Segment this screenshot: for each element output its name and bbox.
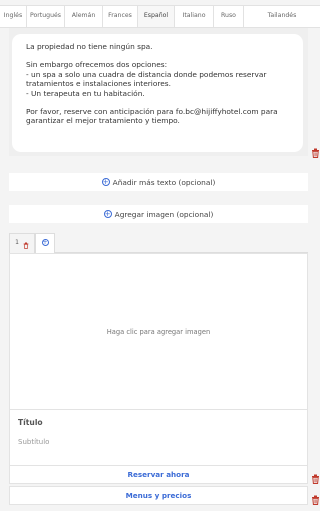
image-tab-label: 1 bbox=[15, 239, 19, 246]
message-line: - un spa a solo una cuadra de distancia … bbox=[26, 69, 267, 89]
trash-icon[interactable] bbox=[23, 239, 29, 249]
add-image-tab[interactable]: + bbox=[35, 233, 55, 254]
tab-tailandes[interactable]: Tailandés bbox=[244, 6, 320, 27]
add-text-label: Añadir más texto (opcional) bbox=[112, 177, 216, 187]
trash-icon[interactable] bbox=[311, 474, 320, 484]
message-line: Por favor, reserve con anticipación para… bbox=[26, 107, 278, 126]
tab-italiano[interactable]: Italiano bbox=[175, 6, 214, 27]
add-image-button[interactable]: + Agregar imagen (opcional) bbox=[9, 205, 308, 223]
tab-frances[interactable]: Frances bbox=[103, 6, 138, 27]
message-line: - Un terapeuta en tu habitación. bbox=[26, 88, 145, 98]
trash-icon[interactable] bbox=[311, 148, 320, 158]
message-editor: La propiedad no tiene ningún spa. Sin em… bbox=[9, 28, 308, 156]
menus-prices-label: Menus y precios bbox=[125, 491, 192, 500]
message-line: La propiedad no tiene ningún spa. bbox=[26, 42, 153, 51]
menus-prices-button[interactable]: Menus y precios bbox=[9, 486, 308, 505]
plus-circle-icon: + bbox=[41, 239, 49, 246]
add-image-label: Agregar imagen (opcional) bbox=[114, 209, 214, 219]
image-caption-fields: Título Subtítulo bbox=[9, 410, 308, 465]
language-tabs: Inglés Portugués Alemán Frances Español … bbox=[0, 5, 320, 28]
tab-ruso[interactable]: Ruso bbox=[214, 6, 244, 27]
tab-portugues[interactable]: Portugués bbox=[27, 6, 65, 27]
image-tabs: 1 + bbox=[9, 233, 308, 254]
add-text-button[interactable]: + Añadir más texto (opcional) bbox=[9, 173, 308, 191]
subtitle-field[interactable]: Subtítulo bbox=[18, 438, 49, 446]
message-line: Sin embargo ofrecemos dos opciones: bbox=[26, 60, 168, 70]
reserve-now-label: Reservar ahora bbox=[127, 470, 190, 479]
tab-espanol[interactable]: Español bbox=[138, 6, 175, 27]
tab-ingles[interactable]: Inglés bbox=[0, 6, 27, 27]
image-dropzone[interactable]: Haga clic para agregar imagen bbox=[9, 253, 308, 410]
image-tab-1[interactable]: 1 bbox=[9, 233, 35, 253]
trash-icon[interactable] bbox=[311, 495, 320, 505]
plus-circle-icon: + bbox=[101, 178, 110, 186]
title-field[interactable]: Título bbox=[18, 418, 43, 427]
plus-circle-icon: + bbox=[103, 210, 112, 218]
image-placeholder: Haga clic para agregar imagen bbox=[106, 327, 211, 336]
message-bubble[interactable]: La propiedad no tiene ningún spa. Sin em… bbox=[12, 34, 303, 152]
tab-aleman[interactable]: Alemán bbox=[65, 6, 103, 27]
reserve-now-button[interactable]: Reservar ahora bbox=[9, 465, 308, 484]
